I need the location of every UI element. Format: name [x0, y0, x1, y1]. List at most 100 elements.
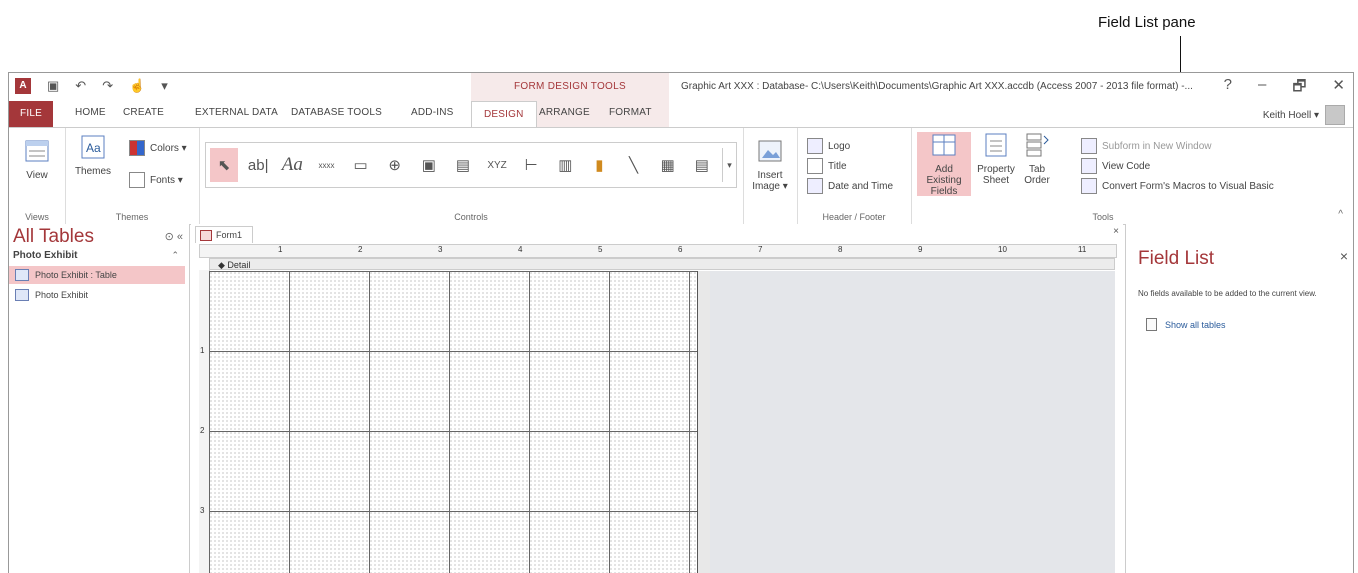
logo-button[interactable]: Logo	[807, 138, 850, 154]
ruler-mark: 2	[358, 245, 363, 254]
show-all-tables-link[interactable]: Show all tables	[1146, 318, 1226, 331]
header-footer-group-label: Header / Footer	[822, 212, 886, 222]
title-button[interactable]: Title	[807, 158, 847, 174]
avatar	[1325, 105, 1345, 125]
nav-item-label: Photo Exhibit : Table	[35, 270, 117, 280]
colors-button[interactable]: Colors ▾	[129, 140, 187, 156]
controls-gallery: ⬉ ab| Aa xxxx ▭ ⊕ ▣ ▤ XYZ ⊢ ▥ ▮ ╲ ▦ ▤ ▾	[205, 142, 737, 188]
quick-access-toolbar: A ▣ ↶ ↷ ☝ ▾	[15, 78, 168, 94]
navigation-control-icon[interactable]: ▤	[449, 148, 477, 182]
tab-control-icon[interactable]: ▭	[347, 148, 375, 182]
tab-add-ins[interactable]: ADD-INS	[411, 107, 454, 118]
customize-qat-icon[interactable]: ▾	[161, 78, 168, 94]
window-controls: ? – 🗗 ✕	[1224, 76, 1345, 101]
label-control-icon[interactable]: Aa	[278, 148, 306, 182]
chart-control-icon[interactable]: ▮	[585, 148, 613, 182]
title-icon	[807, 158, 823, 174]
detail-section-header[interactable]: ◆ Detail	[209, 258, 1115, 270]
controls-group: ⬉ ab| Aa xxxx ▭ ⊕ ▣ ▤ XYZ ⊢ ▥ ▮ ╲ ▦ ▤ ▾ …	[199, 128, 744, 224]
tab-file[interactable]: FILE	[9, 101, 53, 127]
web-browser-control-icon[interactable]: ▣	[415, 148, 443, 182]
ruler-mark: 9	[918, 245, 923, 254]
select-pointer-icon[interactable]: ⬉	[210, 148, 239, 182]
tab-create[interactable]: CREATE	[123, 107, 164, 118]
fonts-button[interactable]: Fonts ▾	[129, 172, 183, 188]
tab-format[interactable]: FORMAT	[609, 107, 652, 118]
view-icon	[25, 140, 49, 162]
user-name: Keith Hoell ▾	[1262, 109, 1319, 121]
list-box-control-icon[interactable]: ▤	[688, 148, 716, 182]
button-control-icon[interactable]: xxxx	[312, 148, 340, 182]
field-list-title: Field List	[1138, 248, 1215, 269]
horizontal-ruler: 1 2 3 4 5 6 7 8 9 10 11	[199, 244, 1117, 258]
vruler-mark: 3	[200, 506, 205, 515]
page-break-control-icon[interactable]: ⊢	[517, 148, 545, 182]
view-button[interactable]: View	[15, 138, 59, 181]
table-icon	[15, 269, 29, 281]
tab-database-tools[interactable]: DATABASE TOOLS	[291, 107, 382, 118]
tab-order-button[interactable]: Tab Order	[1019, 132, 1055, 186]
chevron-up-icon[interactable]: ⌃	[171, 250, 179, 261]
view-code-button[interactable]: View Code	[1081, 158, 1150, 174]
nav-item-form[interactable]: Photo Exhibit	[9, 286, 185, 304]
controls-group-label: Controls	[454, 212, 488, 222]
line-control-icon[interactable]: ╲	[620, 148, 648, 182]
subform-new-window-button[interactable]: Subform in New Window	[1081, 138, 1211, 154]
ruler-mark: 11	[1078, 245, 1087, 254]
close-button[interactable]: ✕	[1332, 76, 1345, 101]
help-button[interactable]: ?	[1224, 76, 1232, 101]
field-list-message: No fields available to be added to the c…	[1138, 289, 1317, 298]
date-time-button[interactable]: Date and Time	[807, 178, 893, 194]
tab-design[interactable]: DESIGN	[471, 101, 537, 128]
code-icon	[1081, 158, 1097, 174]
tools-group-label: Tools	[1092, 212, 1114, 222]
tab-order-icon	[1026, 133, 1049, 157]
nav-item-label: Photo Exhibit	[35, 290, 89, 300]
close-document-icon[interactable]: ×	[1113, 226, 1119, 237]
toggle-button-control-icon[interactable]: ▦	[654, 148, 682, 182]
design-grid[interactable]	[209, 271, 709, 573]
convert-macros-icon	[1081, 178, 1097, 194]
nav-item-table[interactable]: Photo Exhibit : Table	[9, 266, 185, 284]
nav-pane-title[interactable]: All Tables	[13, 226, 94, 248]
insert-image-group: Insert Image ▾	[743, 128, 798, 224]
themes-icon: Aa	[81, 135, 105, 159]
undo-icon[interactable]: ↶	[75, 78, 86, 94]
tab-external-data[interactable]: EXTERNAL DATA	[195, 107, 278, 118]
form-width-handle[interactable]	[697, 271, 710, 573]
close-icon[interactable]: ×	[1340, 248, 1348, 264]
ruler-mark: 4	[518, 245, 523, 254]
insert-image-button[interactable]: Insert Image ▾	[747, 138, 793, 192]
svg-text:Aa: Aa	[86, 141, 101, 155]
document-tab-form1[interactable]: Form1	[195, 226, 254, 243]
views-group-label: Views	[25, 212, 49, 222]
nav-pane-buttons[interactable]: ⊙ «	[165, 230, 183, 243]
themes-button[interactable]: Aa Themes	[71, 134, 115, 177]
views-group: View Views	[9, 128, 66, 224]
hyperlink-control-icon[interactable]: ⊕	[381, 148, 409, 182]
nav-group-header[interactable]: Photo Exhibit	[13, 250, 77, 261]
show-all-tables-label: Show all tables	[1165, 319, 1226, 330]
ruler-mark: 8	[838, 245, 843, 254]
option-group-control-icon[interactable]: XYZ	[483, 148, 511, 182]
navigation-pane: All Tables ⊙ « Photo Exhibit ⌃ Photo Exh…	[9, 224, 190, 573]
restore-button[interactable]: 🗗	[1292, 76, 1306, 101]
touch-mode-icon[interactable]: ☝	[129, 78, 145, 94]
controls-more-dropdown-icon[interactable]: ▾	[721, 148, 736, 182]
add-existing-fields-button[interactable]: Add Existing Fields	[917, 132, 971, 197]
property-sheet-button[interactable]: Property Sheet	[977, 132, 1015, 186]
tab-arrange[interactable]: ARRANGE	[539, 107, 590, 118]
image-icon	[758, 140, 782, 162]
minimize-button[interactable]: –	[1258, 76, 1266, 101]
user-account[interactable]: Keith Hoell ▾	[1263, 105, 1345, 125]
textbox-control-icon[interactable]: ab|	[244, 148, 272, 182]
form-design-area: Form1 × 1 2 3 4 5 6 7 8 9 10 11 ◆ Detail 1 2 3	[191, 224, 1123, 573]
combo-box-control-icon[interactable]: ▥	[551, 148, 579, 182]
redo-icon[interactable]: ↷	[102, 78, 113, 94]
convert-macros-button[interactable]: Convert Form's Macros to Visual Basic	[1081, 178, 1274, 194]
ruler-mark: 1	[278, 245, 283, 254]
tab-home[interactable]: HOME	[75, 107, 106, 118]
collapse-ribbon-icon[interactable]: ^	[1338, 209, 1343, 220]
header-footer-group: Logo Title Date and Time Header / Footer	[797, 128, 912, 224]
save-icon[interactable]: ▣	[47, 78, 59, 94]
